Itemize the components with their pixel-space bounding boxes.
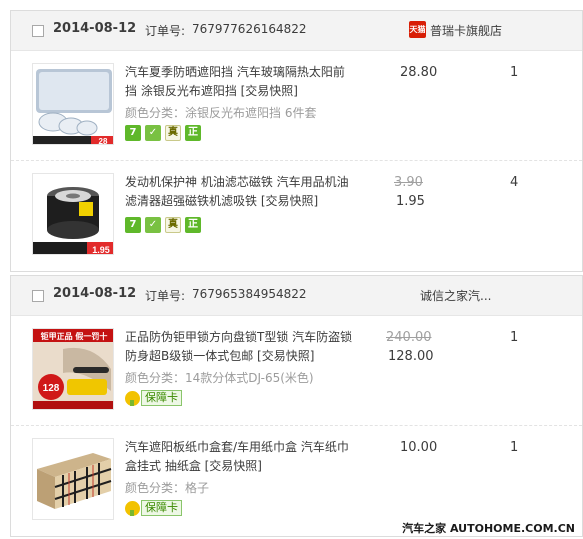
service-badges: 7 ✓ 真 正 bbox=[125, 125, 201, 141]
guarantee-card-badge[interactable]: 保障卡 bbox=[125, 500, 182, 516]
order-item: 1.95 发动机保护神 机油滤芯磁铁 汽车用品机油滤清器超强磁铁机滤吸铁 [交易… bbox=[11, 161, 582, 271]
order-card: 2014-08-12 订单号: 767977626164822 天猫 普瑞卡旗舰… bbox=[10, 10, 583, 272]
item-price: 10.00 bbox=[400, 440, 438, 455]
tmall-icon: 天猫 bbox=[409, 21, 426, 38]
order-header: 2014-08-12 订单号: 767977626164822 天猫 普瑞卡旗舰… bbox=[11, 11, 582, 51]
thumb-price-text: 1.95 bbox=[92, 245, 110, 255]
product-sku: 颜色分类：格子 bbox=[125, 481, 210, 495]
product-title-link[interactable]: 正品防伪钜甲锁方向盘锁T型锁 汽车防盗锁 防身超B级锁一体式包邮 [交易快照] bbox=[125, 328, 355, 366]
genuine-icon[interactable]: 正 bbox=[185, 217, 201, 233]
shop-name-link[interactable]: 诚信之家汽... bbox=[420, 287, 491, 304]
guarantee-label: 保障卡 bbox=[141, 500, 182, 516]
product-thumbnail[interactable]: 28 bbox=[32, 63, 114, 145]
authentic-icon[interactable]: 真 bbox=[165, 217, 181, 233]
shop-name-link[interactable]: 普瑞卡旗舰店 bbox=[430, 22, 502, 39]
order-number-label: 订单号: bbox=[145, 24, 186, 38]
order-select-checkbox[interactable] bbox=[32, 290, 44, 302]
product-thumbnail[interactable]: 钜甲正品 假一罚十 128 bbox=[32, 328, 114, 410]
order-card: 2014-08-12 订单号: 767965384954822 诚信之家汽...… bbox=[10, 275, 583, 537]
authentic-icon[interactable]: 真 bbox=[165, 125, 181, 141]
order-number-label: 订单号: bbox=[145, 289, 186, 303]
product-sku: 颜色分类：涂银反光布遮阳挡 6件套 bbox=[125, 106, 317, 120]
thumb-price-text: 28 bbox=[99, 137, 108, 145]
order-item: 28 汽车夏季防晒遮阳挡 汽车玻璃隔热太阳前挡 涂银反光布遮阳挡 [交易快照] … bbox=[11, 51, 582, 161]
item-quantity: 1 bbox=[510, 330, 519, 345]
service-badges: 保障卡 bbox=[125, 390, 182, 406]
order-item: 钜甲正品 假一罚十 128 正品防伪钜甲锁方向盘锁T型锁 汽车防盗锁 防身超B级… bbox=[11, 316, 582, 426]
thumb-price-text: 128 bbox=[43, 383, 60, 394]
consumer-protection-icon[interactable]: ✓ bbox=[145, 125, 161, 141]
item-quantity: 1 bbox=[510, 65, 519, 80]
genuine-icon[interactable]: 正 bbox=[185, 125, 201, 141]
product-title-link[interactable]: 发动机保护神 机油滤芯磁铁 汽车用品机油滤清器超强磁铁机滤吸铁 [交易快照] bbox=[125, 173, 355, 211]
consumer-protection-icon[interactable]: ✓ bbox=[145, 217, 161, 233]
thumb-banner-text: 钜甲正品 假一罚十 bbox=[41, 331, 108, 341]
guarantee-card-badge[interactable]: 保障卡 bbox=[125, 390, 182, 406]
product-thumbnail[interactable]: 1.95 bbox=[32, 173, 114, 255]
seven-day-return-icon[interactable]: 7 bbox=[125, 217, 141, 233]
discount-price: 1.95 bbox=[396, 194, 425, 209]
order-number: 767965384954822 bbox=[192, 287, 307, 301]
top-strip bbox=[0, 0, 583, 6]
original-price: 3.90 bbox=[394, 175, 423, 190]
order-number: 767977626164822 bbox=[192, 22, 307, 36]
order-select-checkbox[interactable] bbox=[32, 25, 44, 37]
product-sku: 颜色分类：14款分体式DJ-65(米色) bbox=[125, 371, 314, 385]
order-date: 2014-08-12 bbox=[53, 286, 137, 301]
order-date: 2014-08-12 bbox=[53, 21, 137, 36]
product-thumbnail[interactable] bbox=[32, 438, 114, 520]
seven-day-return-icon[interactable]: 7 bbox=[125, 125, 141, 141]
guarantee-icon bbox=[125, 500, 140, 516]
product-title-link[interactable]: 汽车夏季防晒遮阳挡 汽车玻璃隔热太阳前挡 涂银反光布遮阳挡 [交易快照] bbox=[125, 63, 355, 101]
original-price: 240.00 bbox=[386, 330, 432, 345]
service-badges: 保障卡 bbox=[125, 500, 182, 516]
service-badges: 7 ✓ 真 正 bbox=[125, 217, 201, 233]
item-quantity: 1 bbox=[510, 440, 519, 455]
watermark-text: 汽车之家 AUTOHOME.COM.CN bbox=[402, 522, 575, 535]
product-title-link[interactable]: 汽车遮阳板纸巾盒套/车用纸巾盒 汽车纸巾盒挂式 抽纸盒 [交易快照] bbox=[125, 438, 355, 476]
order-header: 2014-08-12 订单号: 767965384954822 诚信之家汽... bbox=[11, 276, 582, 316]
item-price: 28.80 bbox=[400, 65, 438, 80]
guarantee-icon bbox=[125, 390, 140, 406]
guarantee-label: 保障卡 bbox=[141, 390, 182, 406]
discount-price: 128.00 bbox=[388, 349, 434, 364]
item-quantity: 4 bbox=[510, 175, 519, 190]
